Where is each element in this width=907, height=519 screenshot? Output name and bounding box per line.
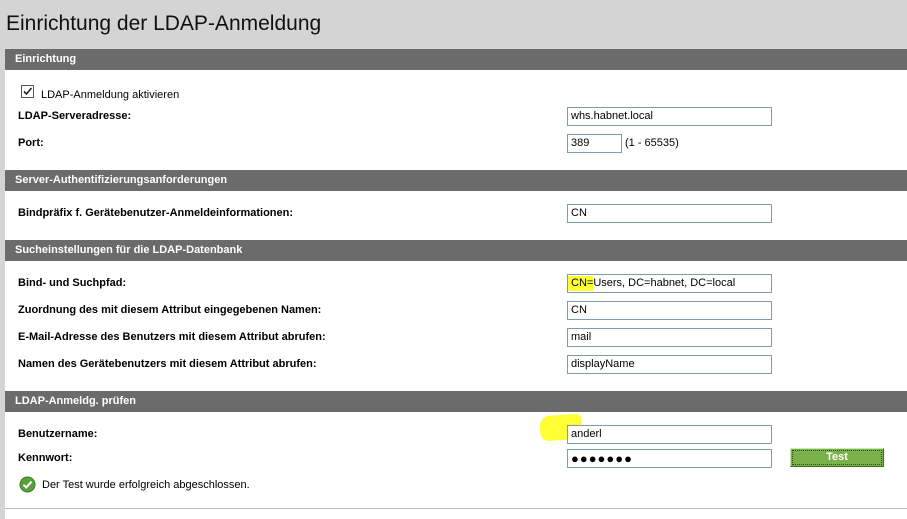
divider [5,508,907,509]
test-result-message: Der Test wurde erfolgreich abgeschlossen… [42,479,250,491]
bind-search-path-input[interactable]: CN=Users, DC=habnet, DC=local [567,274,772,293]
password-label: Kennwort: [18,452,73,464]
section-header-test: LDAP-Anmeldg. prüfen [5,391,907,412]
server-address-label: LDAP-Serveradresse: [18,110,132,122]
highlight-marker: CN= [568,276,594,291]
port-range-hint: (1 - 65535) [625,137,679,149]
bind-prefix-label: Bindpräfix f. Gerätebenutzer-Anmeldeinfo… [18,207,294,219]
server-address-input[interactable]: whs.habnet.local [567,107,772,126]
section-header-auth: Server-Authentifizierungsanforderungen [5,170,907,191]
email-attribute-label: E-Mail-Adresse des Benutzers mit diesem … [18,331,326,343]
test-button[interactable]: Test [790,448,884,467]
password-input[interactable]: ●●●●●●● [567,449,772,468]
port-input[interactable]: 389 [567,134,622,153]
name-mapping-label: Zuordnung des mit diesem Attribut eingeg… [18,304,322,316]
username-label: Benutzername: [18,428,98,440]
settings-panel: Einrichtung LDAP-Anmeldung aktivieren LD… [5,49,907,519]
name-mapping-input[interactable]: CN [567,301,772,320]
username-input[interactable]: anderl [567,425,772,444]
success-check-icon [19,476,36,493]
bind-search-path-label: Bind- und Suchpfad: [18,277,127,289]
display-name-attribute-label: Namen des Gerätebenutzers mit diesem Att… [18,358,317,370]
enable-ldap-label: LDAP-Anmeldung aktivieren [41,89,180,101]
port-label: Port: [18,137,44,149]
page-title: Einrichtung der LDAP-Anmeldung [6,12,322,35]
display-name-attribute-input[interactable]: displayName [567,355,772,374]
section-header-search: Sucheinstellungen für die LDAP-Datenbank [5,240,907,261]
checkmark-icon [23,87,33,96]
email-attribute-input[interactable]: mail [567,328,772,347]
bind-prefix-input[interactable]: CN [567,204,772,223]
section-header-setup: Einrichtung [5,49,907,70]
bind-search-path-value: Users, DC=habnet, DC=local [593,277,736,289]
enable-ldap-checkbox[interactable] [21,85,34,98]
